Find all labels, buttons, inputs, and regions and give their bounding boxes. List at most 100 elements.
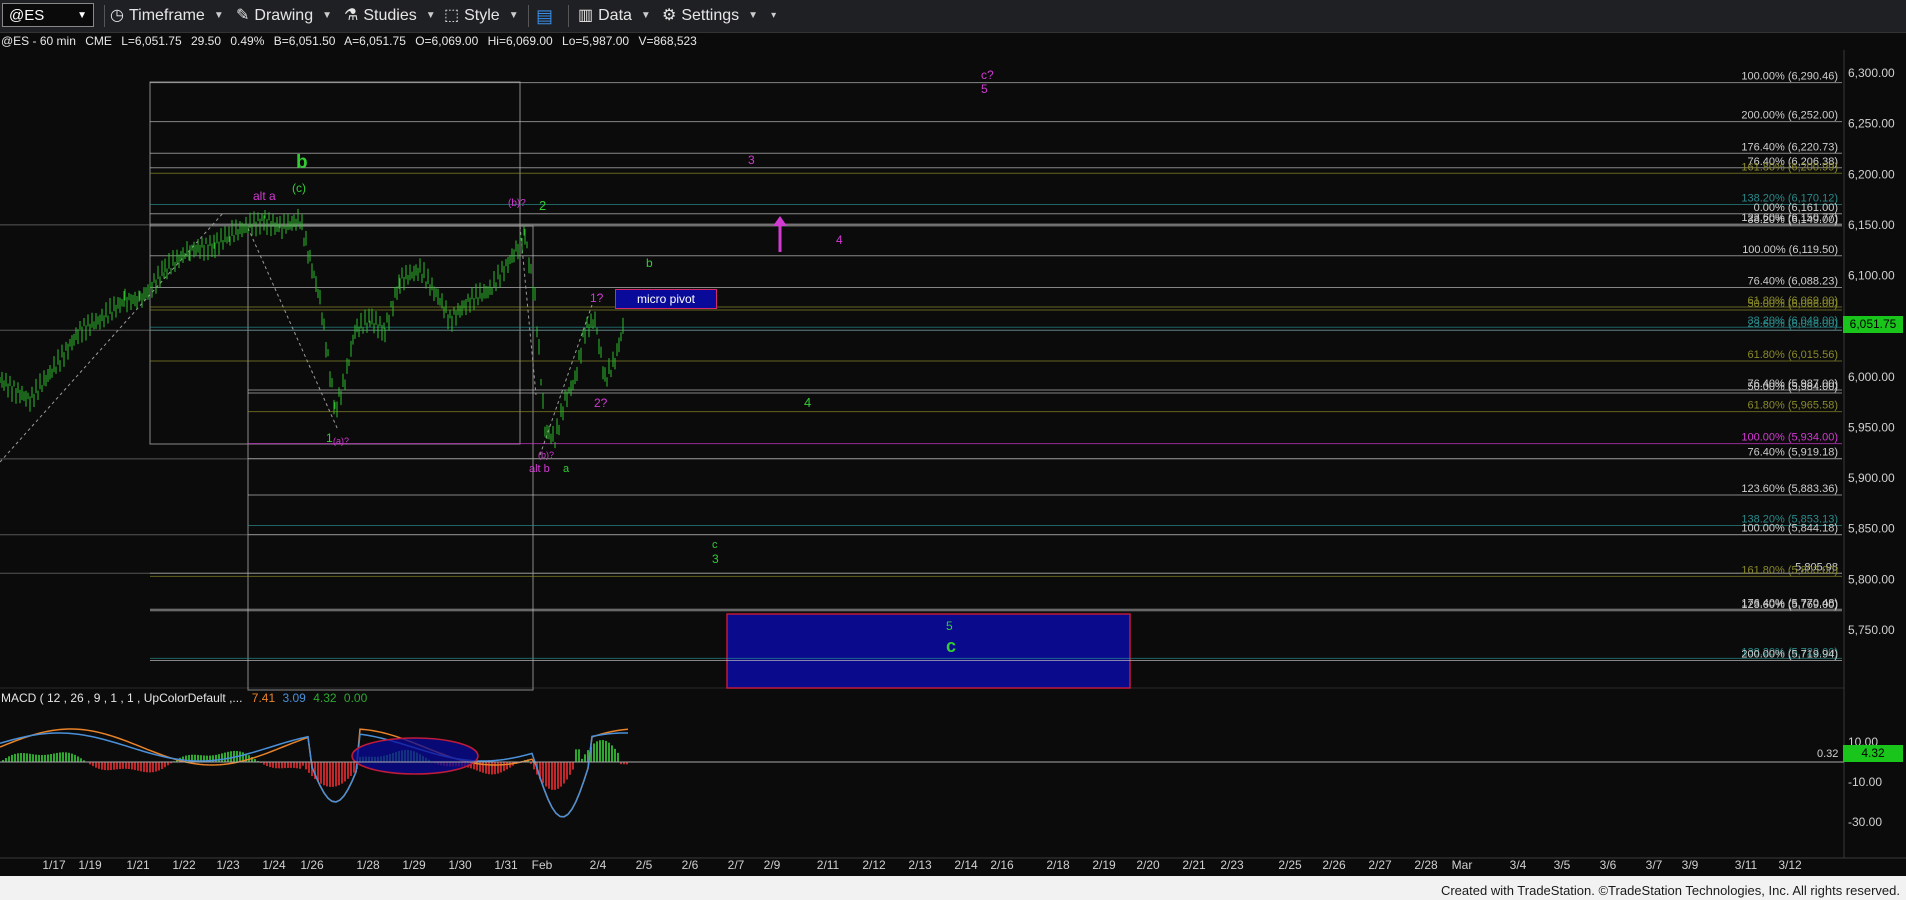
macd-panel xyxy=(0,728,629,818)
fib-level-label: 100.00% (6,119.50) xyxy=(1742,244,1838,256)
price-axis-label: 6,000.00 xyxy=(1848,370,1895,384)
wave-label-5-mag: 5 xyxy=(981,82,988,96)
price-axis-label: 6,200.00 xyxy=(1848,167,1895,181)
date-axis-label: 1/23 xyxy=(216,858,240,872)
date-axis-label: 3/6 xyxy=(1600,858,1617,872)
wave-label-b-q2: (b)? xyxy=(538,450,554,460)
date-axis-label: 1/28 xyxy=(356,858,380,872)
fib-level-label: 200.00% (6,252.00) xyxy=(1741,110,1838,122)
date-axis-label: 1/21 xyxy=(126,858,150,872)
wave-label-b-small: b xyxy=(646,256,653,270)
date-axis-label: 3/9 xyxy=(1682,858,1699,872)
wave-label-b-q: (b)? xyxy=(508,198,526,209)
fib-level-label: 50.00% (5,984.00) xyxy=(1747,381,1838,393)
wave-label-alt-a: alt a xyxy=(253,189,276,203)
wave-label-b: b xyxy=(296,152,308,173)
date-axis: 1/17 1/19 1/21 1/22 1/23 1/24 1/26 1/28 1/29 1/30… xyxy=(42,858,1802,872)
date-axis-label: 2/4 xyxy=(590,858,607,872)
date-axis-label: 1/24 xyxy=(262,858,286,872)
date-axis-label: 2/7 xyxy=(728,858,745,872)
fib-level-label: 61.80% (6,015.56) xyxy=(1747,349,1838,361)
wave-label-c-small: c xyxy=(712,539,718,551)
price-axis-label: 5,800.00 xyxy=(1848,572,1895,586)
date-axis-label: 3/4 xyxy=(1510,858,1527,872)
zero-value: 0.00 xyxy=(343,691,368,705)
target-zone-box xyxy=(726,613,1131,689)
price-axis-label: 6,250.00 xyxy=(1848,117,1895,131)
date-axis-label: 2/23 xyxy=(1220,858,1244,872)
date-axis-label: 1/30 xyxy=(448,858,472,872)
price-axis-label: 5,950.00 xyxy=(1848,420,1895,434)
wave-diagonals xyxy=(0,211,593,463)
wave-label-c-big: c xyxy=(946,636,956,656)
macd-axis-label: -10.00 xyxy=(1848,775,1882,789)
fib-level-label: 50.00% (6,066.00) xyxy=(1747,298,1838,310)
date-axis-label: 2/11 xyxy=(817,858,840,872)
date-axis-label: 3/12 xyxy=(1778,858,1802,872)
date-axis-label: 2/20 xyxy=(1136,858,1160,872)
price-axis-label: 5,750.00 xyxy=(1848,623,1895,637)
price-axis: 6,300.00 6,250.00 6,200.00 6,150.00 6,100.00… xyxy=(1848,66,1895,637)
date-axis-label: 2/5 xyxy=(636,858,653,872)
macd-value-tag: 4.32 xyxy=(1843,745,1903,762)
date-axis-label: 2/27 xyxy=(1368,858,1392,872)
price-axis-label: 6,150.00 xyxy=(1848,218,1895,232)
fib-level-label: 200.00% (5,719.94) xyxy=(1741,648,1838,660)
wave-label-3-mag: 3 xyxy=(748,153,755,167)
signal-value: 3.09 xyxy=(282,691,306,705)
fib-level-label: 100.00% (5,844.18) xyxy=(1741,523,1838,535)
price-axis-label: 5,850.00 xyxy=(1848,522,1895,536)
date-axis-label: 1/17 xyxy=(42,858,66,872)
fib-level-label: 23.60% (6,046.00) xyxy=(1747,318,1838,330)
date-axis-label: 2/16 xyxy=(990,858,1014,872)
price-chart[interactable]: b (c) 2 b 4 1 a c 3 5 c alt a (b)? 1? 2?… xyxy=(0,0,1906,876)
date-axis-label: 2/13 xyxy=(908,858,932,872)
wave-label-alt-b: alt b xyxy=(529,463,550,475)
date-axis-label: 2/12 xyxy=(862,858,886,872)
wave-label-a: a xyxy=(563,463,570,475)
price-axis-label: 6,300.00 xyxy=(1848,66,1895,80)
date-axis-label: 2/6 xyxy=(682,858,699,872)
date-axis-label: 2/25 xyxy=(1278,858,1302,872)
price-axis-label: 5,900.00 xyxy=(1848,471,1895,485)
date-axis-label: 3/5 xyxy=(1554,858,1571,872)
fib-lines xyxy=(0,82,1842,661)
date-axis-label: 2/28 xyxy=(1414,858,1438,872)
fib-level-labels: 100.00% (6,290.46) 200.00% (6,252.00) 176.… xyxy=(1741,71,1838,661)
date-axis-label: 2/26 xyxy=(1322,858,1346,872)
fib-level-label: 161.80% (5,803.00) xyxy=(1741,564,1838,576)
date-axis-label: Feb xyxy=(532,858,553,872)
date-axis-label: 1/26 xyxy=(300,858,324,872)
micro-pivot-label: micro pivot xyxy=(615,289,717,309)
arrow-up-icon xyxy=(773,216,787,226)
date-axis-label: Mar xyxy=(1452,858,1473,872)
date-axis-label: 2/18 xyxy=(1046,858,1070,872)
price-axis-label: 6,100.00 xyxy=(1848,269,1895,283)
wave-label-c-q: c? xyxy=(981,68,994,82)
fib-level-label: 161.80% (6,200.99) xyxy=(1741,161,1838,173)
date-axis-label: 1/31 xyxy=(494,858,518,872)
fib-level-label: 38.20% (6,149.00) xyxy=(1747,214,1838,226)
fib-level-label: 100.00% (5,934.00) xyxy=(1741,432,1838,444)
wave-rectangle xyxy=(247,225,534,691)
wave-label-2: 2 xyxy=(539,198,546,213)
date-axis-label: 2/19 xyxy=(1092,858,1116,872)
date-axis-label: 3/7 xyxy=(1646,858,1663,872)
date-axis-label: 2/21 xyxy=(1182,858,1206,872)
macd-axis-label: -30.00 xyxy=(1848,815,1882,829)
wave-label-2q: 2? xyxy=(594,396,608,410)
fib-level-label: 123.60% (5,883.36) xyxy=(1741,483,1838,495)
wave-label-1: 1 xyxy=(326,431,333,445)
macd-title: MACD ( 12 , 26 , 9 , 1 , 1 , UpColorDefa… xyxy=(1,691,243,705)
wave-label-3: 3 xyxy=(712,552,719,566)
divergence-ellipse xyxy=(351,737,479,775)
wave-label-1q: 1? xyxy=(590,291,604,305)
date-axis-label: 1/22 xyxy=(172,858,196,872)
wave-label-4-mag: 4 xyxy=(836,233,843,247)
macd-value: 7.41 xyxy=(251,691,276,705)
histogram-value: 4.32 xyxy=(313,691,337,705)
wave-label-4: 4 xyxy=(804,395,811,410)
wave-label-a-q: (a)? xyxy=(333,436,349,446)
date-axis-label: 1/29 xyxy=(402,858,426,872)
fib-level-label: 176.40% (6,220.73) xyxy=(1741,141,1838,153)
